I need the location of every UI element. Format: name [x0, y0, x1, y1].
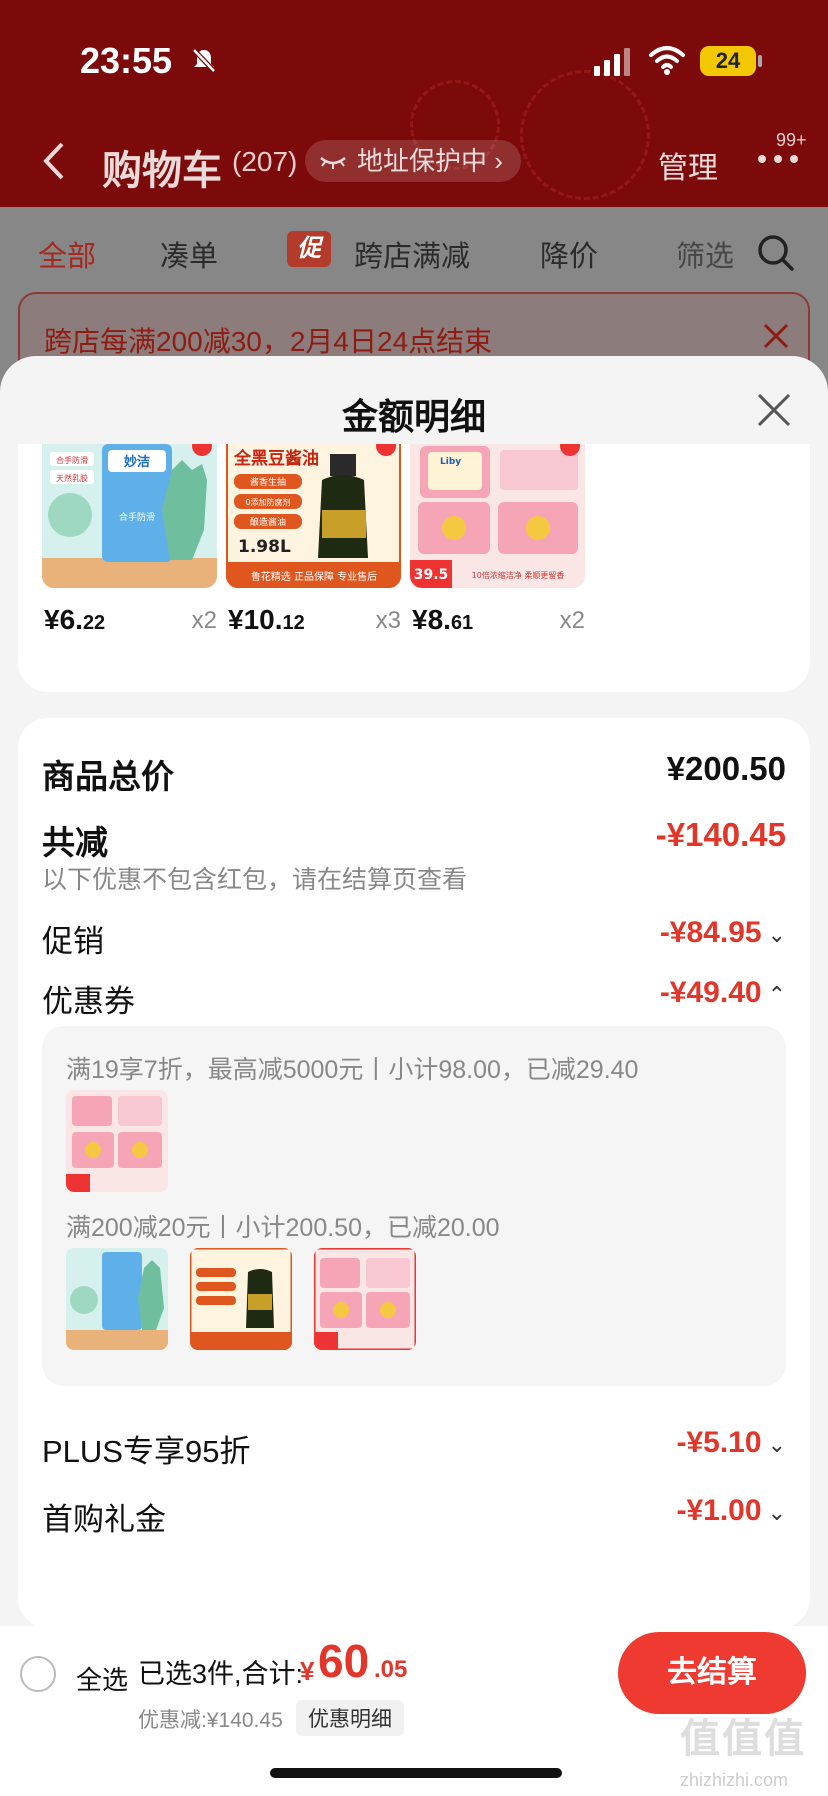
gloves-side-text: 合手防滑 [119, 511, 155, 523]
manage-button[interactable]: 管理 [658, 143, 718, 187]
product-quantity: x3 [375, 607, 401, 634]
gloves-brand-text: 妙洁 [124, 454, 150, 470]
price-summary: 商品总价 ¥200.50 共减 -¥140.45 以下优惠不包含红包，请在结算页… [18, 718, 810, 1626]
detergent-product-image: Liby 39.5 10倍浓缩洁净 柔顺更留香 [410, 444, 585, 588]
select-all-label[interactable]: 全选 [76, 1660, 128, 1697]
promotion-row[interactable]: -¥84.95 ⌄ [660, 916, 786, 950]
selected-products: 妙洁 合手防滑 天然乳胶 合手防滑 ¥6.22 x2 全黑豆酱油 酱香生抽 0添… [18, 444, 810, 692]
more-dots-icon[interactable] [756, 152, 800, 166]
total-price-value: ¥200.50 [666, 750, 786, 787]
select-all-checkbox[interactable] [20, 1656, 56, 1692]
cart-tabs: 全部 凑单 促 跨店满减 降价 筛选 [0, 207, 828, 287]
address-protection-button[interactable]: 地址保护中 › [305, 140, 521, 182]
sauce-badge-2: 0添加防腐剂 [245, 497, 290, 507]
promo-tag: 促 [287, 231, 331, 267]
close-icon[interactable] [756, 392, 792, 428]
coupon-rule-1: 满19享7折，最高减5000元丨小计98.00，已减29.40 [66, 1056, 639, 1084]
detergent-brand-text: Liby [440, 457, 461, 467]
wifi-icon [649, 46, 685, 75]
watermark-url: zhizhizhi.com [680, 1770, 789, 1790]
gloves-product-image: 妙洁 合手防滑 天然乳胶 合手防滑 [42, 444, 217, 588]
back-arrow-icon[interactable] [40, 140, 68, 182]
sauce-title-text: 全黑豆酱油 [233, 448, 319, 469]
coupon-row[interactable]: -¥49.40 ⌃ [660, 976, 786, 1010]
soy-sauce-product-image: 全黑豆酱油 酱香生抽 0添加防腐剂 酿造酱油 1.98L 鲁花精选 正品保障 专… [226, 444, 401, 588]
page-title: 购物车 [102, 149, 222, 193]
detergent-price-tag: 39.5 [414, 567, 449, 583]
soy-sauce-thumbnail [190, 1248, 292, 1350]
coupon-rule-2: 满200减20元丨小计200.50，已减20.00 [66, 1214, 500, 1242]
tab-cross-store[interactable]: 跨店满减 [354, 233, 470, 275]
address-protection-label: 地址保护中 [357, 146, 488, 176]
signal-icon [594, 48, 630, 76]
gloves-thumbnail [66, 1248, 168, 1350]
product-quantity: x2 [559, 607, 585, 634]
first-purchase-value: -¥1.00 [676, 1494, 762, 1527]
first-purchase-row[interactable]: -¥1.00 ⌄ [676, 1494, 786, 1528]
coupon-value: -¥49.40 [659, 976, 762, 1009]
product-quantity: x2 [191, 607, 217, 634]
gloves-tag-2: 天然乳胶 [56, 473, 88, 483]
total-amount-decimal: .05 [374, 1656, 408, 1683]
home-indicator [270, 1768, 562, 1778]
first-purchase-label: 首购礼金 [42, 1502, 166, 1537]
close-icon[interactable] [762, 322, 790, 350]
chevron-down-icon: ⌄ [767, 1500, 786, 1525]
tab-bundle[interactable]: 凑单 [160, 233, 218, 275]
detergent-thumbnail [314, 1248, 416, 1350]
firework-decoration [520, 70, 650, 200]
sheet-title: 金额明细 [341, 396, 486, 437]
gloves-tag-1: 合手防滑 [56, 455, 88, 465]
coupon-detail-box: 满19享7折，最高减5000元丨小计98.00，已减29.40 满200减20元… [42, 1026, 786, 1386]
tab-filter[interactable]: 筛选 [676, 233, 734, 275]
chevron-up-icon: ⌃ [767, 982, 786, 1007]
total-reduce-label: 共减 [42, 824, 108, 861]
battery-cap [758, 55, 762, 67]
plus-discount-value: -¥5.10 [676, 1426, 762, 1459]
total-price-label: 商品总价 [42, 758, 174, 795]
chevron-down-icon: ⌄ [767, 922, 786, 947]
sauce-volume-text: 1.98L [238, 537, 291, 557]
top-header: 23:55 24 购物车 (207) 地址保护中 › 管理 99+ [0, 0, 828, 207]
detergent-footer-text: 10倍浓缩洁净 柔顺更留香 [472, 570, 565, 580]
chevron-down-icon: ⌄ [767, 1432, 786, 1457]
total-reduce-value: -¥140.45 [655, 816, 786, 853]
total-currency: ¥ [300, 1656, 315, 1686]
bell-muted-icon [192, 48, 216, 73]
coupon-label: 优惠券 [42, 984, 135, 1019]
plus-discount-label: PLUS专享95折 [42, 1434, 251, 1469]
amount-detail-sheet: 金额明细 妙洁 合手防滑 天然乳胶 合手防滑 ¥6.22 x2 全黑豆酱油 酱香… [0, 356, 828, 1626]
product-price: ¥10.12 [228, 604, 305, 635]
checkout-button[interactable]: 去结算 [618, 1632, 806, 1714]
sauce-badge-3: 酿造酱油 [250, 516, 286, 528]
tab-all[interactable]: 全部 [38, 233, 96, 275]
plus-discount-row[interactable]: -¥5.10 ⌄ [676, 1426, 786, 1460]
discount-detail-button[interactable]: 优惠明细 [296, 1700, 404, 1736]
status-time: 23:55 [80, 40, 173, 81]
reduce-note: 以下优惠不包含红包，请在结算页查看 [42, 866, 468, 894]
search-icon[interactable] [756, 233, 796, 273]
promotion-value: -¥84.95 [659, 916, 762, 949]
battery-indicator: 24 [700, 46, 756, 76]
sauce-footer-text: 鲁花精选 正品保障 专业售后 [251, 570, 377, 583]
product-price: ¥8.61 [412, 604, 474, 635]
sauce-badge-1: 酱香生抽 [250, 476, 286, 488]
product-price: ¥6.22 [44, 604, 106, 635]
watermark-logo: 值值值 [680, 1717, 806, 1761]
selected-summary: 已选3件,合计: [138, 1659, 304, 1689]
message-badge: 99+ [776, 130, 807, 150]
tab-price-drop[interactable]: 降价 [540, 233, 598, 275]
eye-closed-icon [320, 157, 346, 169]
cart-count: (207) [232, 146, 298, 177]
promo-notice-text: 跨店每满200减30，2月4日24点结束 [44, 326, 493, 357]
discount-amount: 优惠减:¥140.45 [138, 1709, 283, 1732]
checkout-bar: 全选 已选3件,合计: ¥ 60 .05 优惠减:¥140.45 优惠明细 去结… [0, 1626, 828, 1796]
chevron-right-icon: › [494, 146, 503, 176]
detergent-thumbnail [66, 1090, 168, 1192]
promotion-label: 促销 [42, 924, 104, 959]
total-amount-integer: 60 [318, 1635, 370, 1687]
